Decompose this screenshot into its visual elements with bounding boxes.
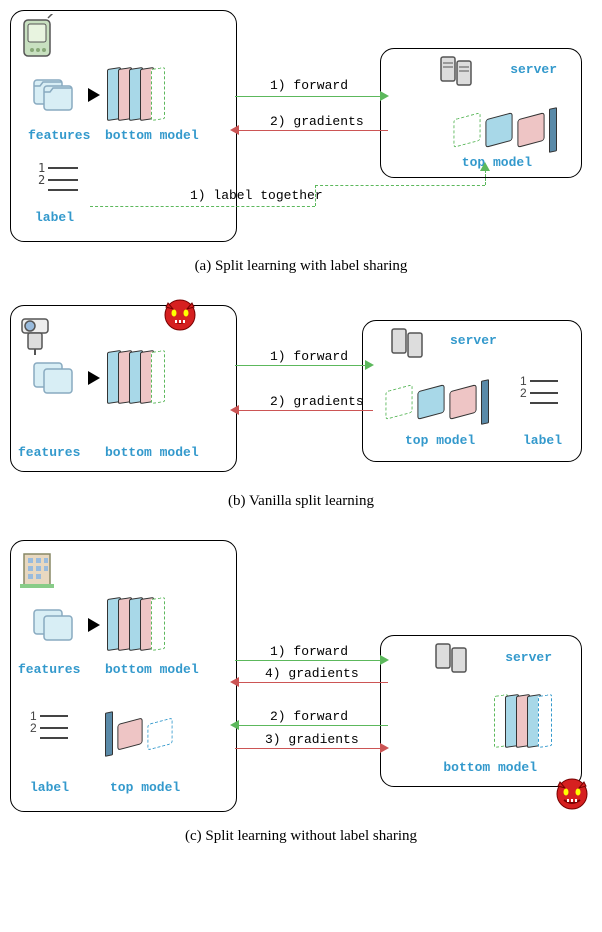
features-label: features [28,128,90,143]
bottom-model-label: bottom model [105,445,199,460]
forward-1-label: 1) forward [270,644,348,659]
files-icon [32,72,78,112]
label-together-arrow [90,206,315,207]
label-together-arrow [315,185,485,186]
list-icon: 1 2 [30,710,72,742]
forward-2-label: 2) forward [270,709,348,724]
forward-label: 1) forward [270,349,348,364]
diagram-c: features bottom model 1 2 label top mode… [10,540,592,845]
label-label: label [523,433,562,448]
caption: (a) Split learning with label sharing [10,258,592,275]
gradients-label: 2) gradients [270,394,364,409]
arrow-head-icon [230,677,239,687]
label-label: label [35,210,74,225]
forward-label: 1) forward [270,78,348,93]
arrow-head-icon [480,162,490,171]
forward-arrow [235,96,385,97]
list-icon: 1 2 [38,162,80,194]
arrow-head-icon [230,125,239,135]
bottom-model-server [497,695,552,747]
list-icon: 1 2 [520,375,562,407]
svg-text:2: 2 [38,173,45,187]
arrow-head-icon [380,91,389,101]
bottom-model-label: bottom model [105,662,199,677]
diagram-a: features bottom model 1 2 label [10,10,592,275]
arrow-icon [88,618,100,632]
gradients-arrow [238,130,388,131]
pda-icon [18,14,58,62]
server-icon [390,327,428,361]
features-label: features [18,445,80,460]
svg-text:2: 2 [30,721,37,735]
label-together-label: 1) label together [190,188,323,203]
top-model-label: top model [110,780,180,795]
building-icon [18,544,58,592]
server-label: server [505,650,552,665]
top-model-label: top model [462,155,532,170]
features-label: features [18,662,80,677]
label-label: label [30,780,69,795]
svg-text:2: 2 [520,386,527,400]
caption: (b) Vanilla split learning [10,493,592,510]
label-together-arrow [485,170,486,185]
camera-icon [18,309,58,357]
caption: (c) Split learning without label sharing [10,828,592,845]
gradients-label: 2) gradients [270,114,364,129]
devil-icon [160,293,200,333]
arrow-head-icon [365,360,374,370]
server-icon [439,55,477,89]
top-model [453,108,557,152]
gradients-4-label: 4) gradients [265,666,359,681]
bottom-model [110,351,165,403]
arrow-head-icon [380,655,389,665]
server-label: server [450,333,497,348]
server-icon [434,642,472,676]
forward-arrow-2 [238,725,388,726]
forward-arrow [235,365,370,366]
top-model-label: top model [405,433,475,448]
server-label: server [510,62,557,77]
arrow-head-icon [230,720,239,730]
arrow-head-icon [380,743,389,753]
files-icon [32,355,78,395]
top-model-client [105,712,173,756]
bottom-model [110,68,165,120]
gradients-3-label: 3) gradients [265,732,359,747]
gradients-arrow-4 [238,682,388,683]
forward-arrow-1 [235,660,385,661]
diagram-b: features bottom model server top model 1… [10,305,592,510]
gradients-arrow [238,410,373,411]
bottom-model-label: bottom model [443,760,537,775]
devil-icon [552,772,592,812]
files-icon [32,602,78,642]
arrow-icon [88,371,100,385]
gradients-arrow-3 [235,748,385,749]
arrow-icon [88,88,100,102]
top-model [385,380,489,424]
bottom-model-client [110,598,165,650]
arrow-head-icon [230,405,239,415]
bottom-model-label: bottom model [105,128,199,143]
